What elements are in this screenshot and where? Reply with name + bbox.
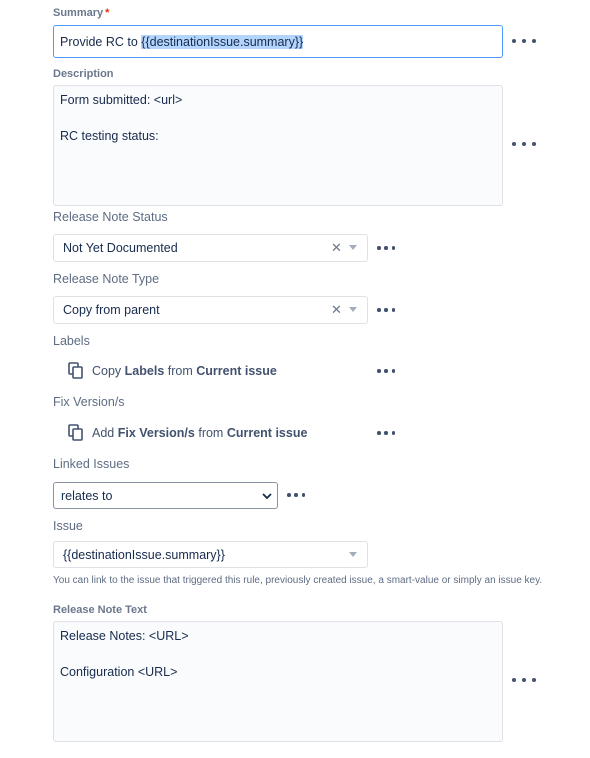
release-note-status-value: Not Yet Documented — [63, 241, 178, 255]
clear-icon[interactable]: ✕ — [331, 240, 342, 256]
issue-help-text: You can link to the issue that triggered… — [53, 575, 543, 586]
fix-versions-from: from — [198, 425, 224, 440]
release-note-type-value: Copy from parent — [63, 303, 160, 317]
description-line: Form submitted: <url> — [60, 93, 183, 107]
description-textarea[interactable]: Form submitted: <url> RC testing status: — [53, 85, 503, 206]
release-note-type-label: Release Note Type — [53, 272, 160, 286]
summary-input[interactable]: Provide RC to {{destinationIssue.summary… — [53, 25, 503, 58]
release-note-status-more-icon[interactable] — [377, 242, 395, 254]
description-line: RC testing status: — [60, 129, 159, 143]
summary-label-text: Summary — [53, 7, 104, 19]
release-note-text-line: Configuration <URL> — [60, 665, 178, 679]
linked-issues-value: relates to — [61, 488, 113, 503]
labels-copy-row: Copy Labels from Current issue — [68, 362, 277, 379]
summary-more-icon[interactable] — [512, 35, 536, 47]
fix-versions-copy-row: Add Fix Version/s from Current issue — [68, 424, 307, 441]
labels-label: Labels — [53, 334, 90, 348]
chevron-down-icon — [262, 493, 272, 500]
labels-field: Labels — [124, 363, 165, 378]
labels-from: from — [167, 363, 193, 378]
chevron-down-icon[interactable] — [349, 245, 357, 250]
linked-issues-more-icon[interactable] — [287, 489, 305, 501]
labels-source: Current issue — [196, 363, 277, 378]
summary-text: Provide RC to — [60, 35, 142, 49]
summary-label: Summary * — [53, 7, 109, 19]
fix-versions-verb: Add — [92, 425, 115, 440]
issue-label: Issue — [53, 519, 83, 533]
description-label: Description — [53, 68, 114, 80]
release-note-text-more-icon[interactable] — [512, 674, 536, 686]
issue-select[interactable]: {{destinationIssue.summary}} — [53, 541, 368, 568]
linked-issues-select[interactable]: relates to — [53, 482, 278, 509]
fix-versions-more-icon[interactable] — [377, 427, 395, 439]
release-note-type-select[interactable]: Copy from parent — [53, 296, 368, 324]
description-more-icon[interactable] — [512, 138, 536, 150]
summary-selected-text: {{destinationIssue.summary}} — [141, 35, 304, 49]
copy-icon — [68, 424, 83, 441]
fix-versions-label: Fix Version/s — [53, 395, 125, 409]
release-note-text-textarea[interactable]: Release Notes: <URL> Configuration <URL> — [53, 621, 503, 742]
chevron-down-icon[interactable] — [349, 307, 357, 312]
release-note-type-more-icon[interactable] — [377, 304, 395, 316]
issue-value: {{destinationIssue.summary}} — [63, 547, 225, 562]
release-note-text-line: Release Notes: <URL> — [60, 629, 189, 643]
fix-versions-source: Current issue — [226, 425, 308, 440]
release-note-text-label: Release Note Text — [53, 604, 147, 616]
labels-verb: Copy — [92, 363, 122, 378]
clear-icon[interactable]: ✕ — [331, 302, 342, 318]
release-note-status-select[interactable]: Not Yet Documented — [53, 234, 368, 262]
linked-issues-label: Linked Issues — [53, 457, 130, 471]
chevron-down-icon[interactable] — [349, 552, 357, 557]
copy-icon — [68, 362, 83, 379]
release-note-status-label: Release Note Status — [53, 210, 168, 224]
labels-more-icon[interactable] — [377, 365, 395, 377]
required-mark: * — [105, 7, 110, 19]
release-note-text-line — [60, 645, 496, 663]
fix-versions-field: Fix Version/s — [117, 425, 195, 440]
description-line — [60, 109, 496, 127]
